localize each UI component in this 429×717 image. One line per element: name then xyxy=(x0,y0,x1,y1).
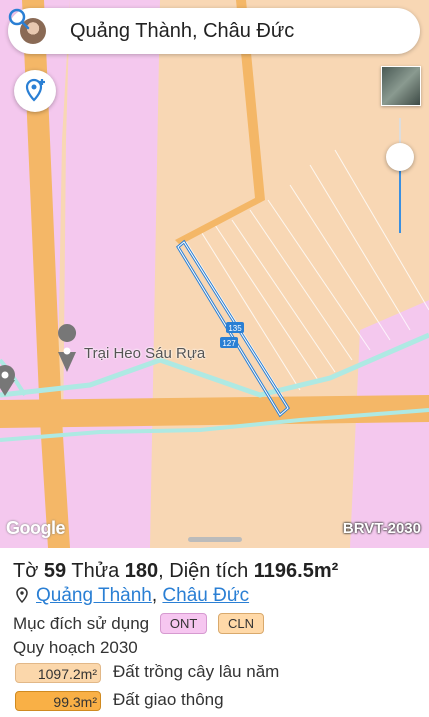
road-label-127: 127 xyxy=(222,339,236,348)
sheet-drag-handle[interactable] xyxy=(188,537,242,542)
plot-label: Thửa xyxy=(71,560,120,582)
land-use-line: Mục đích sử dụng ONT CLN xyxy=(13,613,265,634)
sheet-number: 59 xyxy=(43,560,67,582)
plot-number: 180 xyxy=(124,560,159,582)
plan-type-name: Đất trồng cây lâu năm xyxy=(113,662,280,681)
address-line: Quảng Thành, Châu Đức xyxy=(16,585,249,607)
purpose-label: Mục đích sử dụng xyxy=(13,614,150,633)
parcel-title: Tờ 59 Thửa 180, Diện tích 1196.5m² xyxy=(13,560,339,582)
map-view[interactable]: 135 127 Trại Heo Sáu Rựa Quảng Thành, Ch… xyxy=(0,0,429,548)
purpose-badge-ont: ONT xyxy=(159,613,208,634)
add-location-button[interactable] xyxy=(14,70,56,112)
search-input[interactable]: Quảng Thành, Châu Đức xyxy=(70,20,294,43)
area-value: 1196.5m² xyxy=(253,560,339,582)
district-link[interactable]: Châu Đức xyxy=(162,585,249,606)
residential-zone-center xyxy=(62,0,160,548)
plan-row: 99.3m² Đất giao thông xyxy=(15,690,224,712)
plan-label: Quy hoạch 2030 xyxy=(13,638,138,657)
road-label-135: 135 xyxy=(228,324,242,333)
location-pin-icon xyxy=(16,587,28,603)
google-logo: Google xyxy=(6,518,66,538)
add-location-icon xyxy=(25,78,45,102)
plan-area-bar: 99.3m² xyxy=(15,690,101,711)
plan-type-name: Đất giao thông xyxy=(113,690,224,709)
layer-switch-button[interactable] xyxy=(381,66,421,106)
map-canvas: 135 127 xyxy=(0,0,429,548)
search-bar[interactable]: Quảng Thành, Châu Đức xyxy=(8,8,420,54)
opacity-slider-knob[interactable] xyxy=(386,143,414,171)
area-label: Diện tích xyxy=(169,560,249,582)
plan-tag: BRVT-2030 xyxy=(342,520,421,537)
poi-label[interactable]: Trại Heo Sáu Rựa xyxy=(84,345,205,362)
ward-link[interactable]: Quảng Thành xyxy=(36,585,152,606)
sheet-label: Tờ xyxy=(13,560,39,582)
search-icon[interactable] xyxy=(8,8,30,30)
plan-row: 1097.2m² Đất trồng cây lâu năm xyxy=(15,662,279,684)
purpose-badge-cln: CLN xyxy=(218,613,265,634)
plan-area-bar: 1097.2m² xyxy=(15,662,101,683)
